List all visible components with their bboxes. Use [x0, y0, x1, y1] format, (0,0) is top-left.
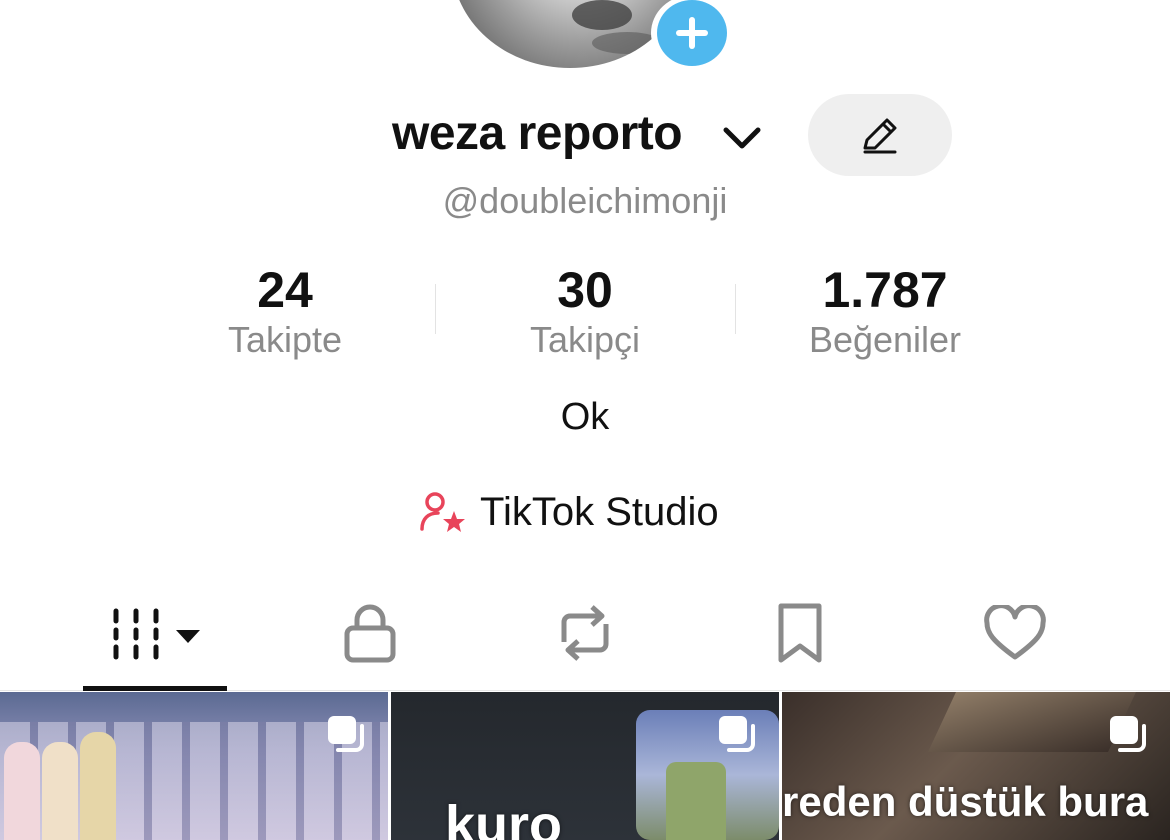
- avatar-shade: [572, 0, 632, 30]
- stat-followers[interactable]: 30 Takipçi: [435, 262, 735, 362]
- lock-icon: [344, 604, 396, 663]
- multi-photo-icon: [1110, 716, 1146, 752]
- thumbnail-art: [666, 762, 726, 840]
- tab-private[interactable]: [315, 598, 425, 668]
- pencil-icon: [863, 118, 897, 154]
- multi-photo-icon: [328, 716, 364, 752]
- repost-icon: [561, 605, 609, 661]
- stat-label: Takipte: [227, 319, 343, 360]
- tiktok-studio-link[interactable]: TikTok Studio: [418, 486, 719, 538]
- tab-videos[interactable]: [100, 598, 210, 668]
- stat-likes[interactable]: 1.787 Beğeniler: [735, 262, 1035, 362]
- display-name[interactable]: weza reporto: [392, 106, 683, 161]
- video-thumbnail[interactable]: [0, 692, 388, 840]
- heart-icon: [984, 605, 1046, 660]
- stat-label: Beğeniler: [808, 319, 962, 360]
- stat-value: 1.787: [822, 262, 948, 318]
- tab-reposts[interactable]: [530, 598, 640, 668]
- add-story-button[interactable]: [651, 0, 733, 71]
- thumbnail-art: [42, 742, 78, 840]
- plus-icon: [657, 0, 727, 66]
- video-thumbnail[interactable]: reden düstük bura: [782, 692, 1170, 840]
- active-tab-indicator: [83, 686, 227, 691]
- stat-following[interactable]: 24 Takipte: [135, 262, 435, 362]
- tab-favorites[interactable]: [745, 598, 855, 668]
- thumbnail-art: [80, 732, 116, 840]
- bookmark-icon: [778, 603, 822, 663]
- video-caption: reden düstük bura: [782, 778, 1149, 825]
- edit-profile-button[interactable]: [808, 94, 952, 176]
- stat-value: 30: [557, 262, 613, 318]
- stat-value: 24: [257, 262, 313, 318]
- grid-videos-icon: [113, 608, 200, 660]
- studio-label: TikTok Studio: [480, 489, 719, 534]
- thumbnail-art: [4, 742, 40, 840]
- video-thumbnail[interactable]: kuro: [391, 692, 779, 840]
- video-caption: kuro: [445, 795, 563, 840]
- username: @doubleichimonji: [442, 180, 728, 221]
- thumbnail-art: [928, 692, 1136, 752]
- creator-star-icon: [420, 492, 465, 532]
- bio: Ok: [560, 396, 610, 438]
- multi-photo-icon: [719, 716, 755, 752]
- tab-liked[interactable]: [960, 598, 1070, 668]
- chevron-down-icon[interactable]: [720, 120, 764, 156]
- stat-label: Takipçi: [529, 319, 641, 360]
